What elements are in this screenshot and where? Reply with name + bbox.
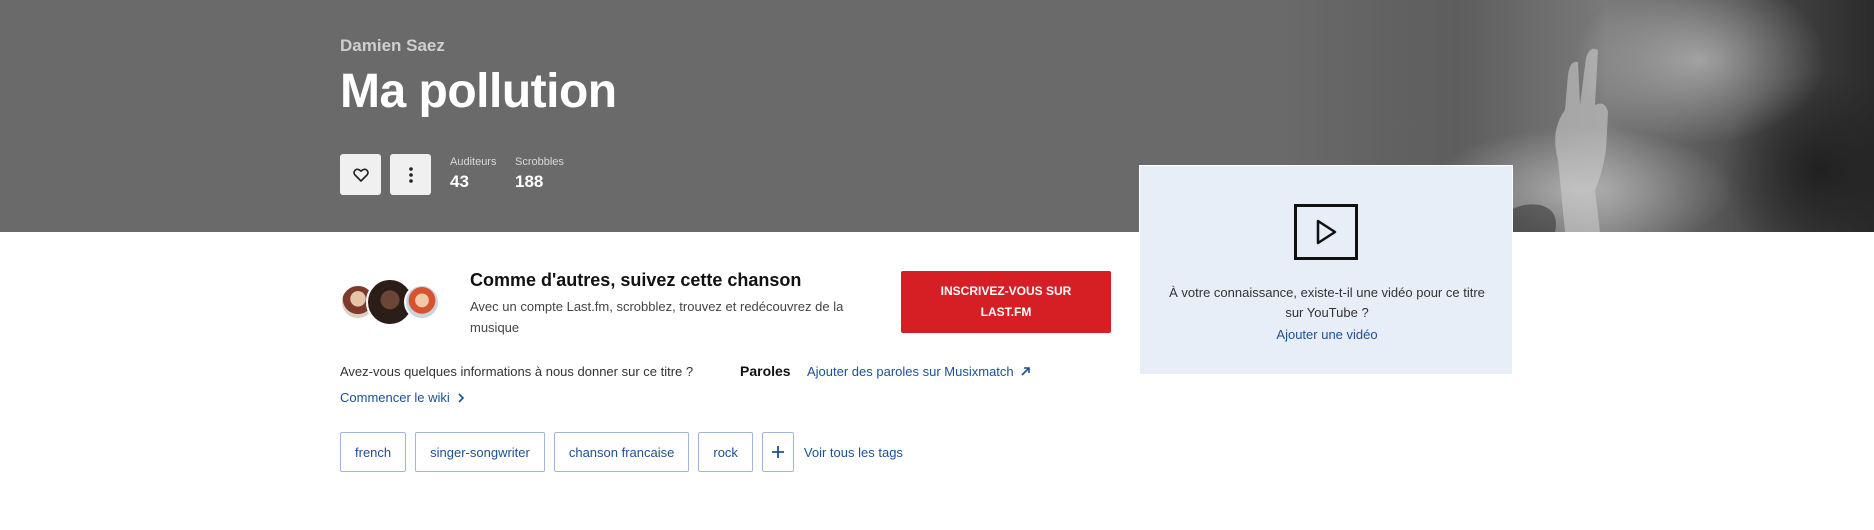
- user-avatars: [340, 278, 444, 328]
- love-button[interactable]: [340, 154, 381, 195]
- start-wiki-link[interactable]: Commencer le wiki: [340, 390, 464, 405]
- scrobbles-label: Scrobbles: [515, 156, 564, 168]
- listeners-count: 43: [450, 172, 469, 191]
- add-lyrics-label: Ajouter des paroles sur Musixmatch: [807, 364, 1014, 379]
- artist-name[interactable]: Damien Saez: [340, 36, 445, 56]
- tag-list: french singer-songwriter chanson francai…: [340, 432, 903, 472]
- chevron-right-icon: [458, 392, 464, 403]
- signup-button[interactable]: INSCRIVEZ-VOUS SUR LAST.FM: [901, 271, 1111, 333]
- heart-icon: [352, 168, 369, 182]
- add-video-link[interactable]: Ajouter une vidéo: [1140, 327, 1514, 342]
- view-all-tags-link[interactable]: Voir tous les tags: [804, 445, 903, 460]
- tag-item[interactable]: chanson francaise: [553, 432, 690, 472]
- promo-title: Comme d'autres, suivez cette chanson: [470, 270, 802, 290]
- add-lyrics-link[interactable]: Ajouter des paroles sur Musixmatch: [807, 364, 1031, 379]
- tag-item[interactable]: french: [340, 432, 407, 472]
- wiki-question: Avez-vous quelques informations à nous d…: [340, 364, 694, 379]
- video-placeholder: À votre connaissance, existe-t-il une vi…: [1139, 165, 1513, 375]
- more-vertical-icon: [408, 166, 413, 183]
- plus-icon: [771, 446, 784, 458]
- start-wiki-label: Commencer le wiki: [340, 390, 450, 405]
- track-title: Ma pollution: [340, 65, 617, 118]
- avatar: [404, 284, 440, 320]
- listeners-label: Auditeurs: [450, 156, 497, 168]
- lyrics-heading: Paroles: [740, 363, 791, 379]
- tag-item[interactable]: singer-songwriter: [415, 432, 545, 472]
- scrobbles-stat: Scrobbles 188: [515, 156, 564, 192]
- video-question: À votre connaissance, existe-t-il une vi…: [1169, 285, 1485, 320]
- add-tag-button[interactable]: [761, 432, 794, 472]
- track-header: Damien Saez Ma pollution Auditeurs 43 Sc…: [0, 0, 1874, 232]
- scrobbles-count: 188: [515, 172, 544, 191]
- listeners-stat: Auditeurs 43: [450, 156, 496, 192]
- more-options-button[interactable]: [390, 154, 431, 195]
- tag-item[interactable]: rock: [698, 432, 753, 472]
- play-icon: [1294, 204, 1358, 260]
- promo-subtitle: Avec un compte Last.fm, scrobblez, trouv…: [470, 299, 844, 335]
- external-link-icon: [1021, 367, 1030, 376]
